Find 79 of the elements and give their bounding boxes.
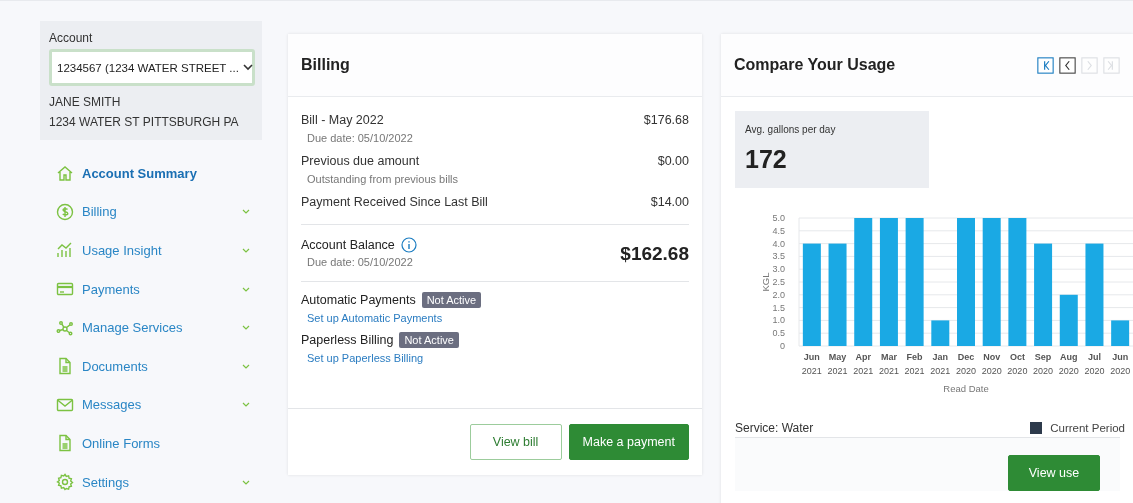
x-tick-label: Feb 2021 — [904, 352, 925, 376]
y-tick-label: 1.0 — [772, 315, 785, 326]
line-amount: $14.00 — [650, 194, 689, 211]
nav-item[interactable]: Account Summary — [56, 154, 254, 193]
y-tick-label: 3.0 — [772, 264, 785, 275]
balance-label: Account Balance — [301, 238, 395, 252]
y-tick-label: 4.5 — [772, 225, 785, 236]
legend-label: Current Period — [1050, 422, 1125, 434]
prev-page-button[interactable] — [1059, 56, 1076, 74]
network-icon — [56, 318, 74, 337]
x-tick-label: Jun 2020 — [1110, 352, 1131, 376]
x-tick-label: Jul 2020 — [1084, 352, 1105, 376]
nav-item[interactable]: Settings — [56, 462, 254, 502]
average-value: 172 — [745, 145, 788, 174]
nav-item[interactable]: Documents — [56, 346, 254, 386]
line-label: Bill - May 2022 — [301, 112, 385, 129]
account-address: 1234 WATER ST PITTSBURGH PA — [49, 114, 240, 131]
line-label: Payment Received Since Last Bill — [301, 194, 488, 211]
y-tick-label: 2.5 — [772, 277, 785, 287]
nav-item[interactable]: Billing — [56, 192, 254, 232]
status-badge: Not Active — [399, 332, 459, 348]
y-tick-label: 3.5 — [772, 251, 785, 262]
y-tick-label: 0 — [780, 341, 785, 351]
y-tick-label: 4.0 — [772, 238, 785, 249]
average-label: Avg. gallons per day — [745, 124, 837, 135]
view-bill-button[interactable]: View bill — [469, 424, 562, 460]
bar — [931, 320, 950, 346]
line-note: Outstanding from previous bills — [306, 172, 458, 187]
balance-note: Due date: 05/10/2022 — [306, 255, 414, 270]
document-icon — [56, 434, 74, 453]
y-tick-label: 2.0 — [772, 289, 785, 300]
x-tick-label: Aug 2020 — [1058, 352, 1079, 376]
program-label: Paperless Billing — [301, 333, 394, 347]
x-tick-label: Jan 2021 — [930, 352, 951, 376]
y-tick-label: 5.0 — [772, 213, 785, 223]
nav-item[interactable]: Manage Services — [56, 308, 254, 347]
bar — [1111, 320, 1130, 346]
bar — [1059, 294, 1078, 346]
first-page-button[interactable] — [1037, 56, 1054, 74]
x-tick-label: Mar 2021 — [878, 352, 899, 376]
line-amount: $176.68 — [643, 112, 689, 129]
setup-link[interactable]: Set up Paperless Billing — [301, 352, 689, 364]
nav-item[interactable]: Payments — [56, 269, 254, 309]
nav-item[interactable]: Online Forms — [56, 424, 254, 463]
line-amount: $0.00 — [657, 153, 689, 170]
x-axis-title: Read Date — [943, 383, 989, 394]
chevron-down-icon — [242, 64, 253, 71]
x-tick-label: Sep 2020 — [1033, 352, 1054, 376]
account-selector[interactable]: 1234567 (1234 WATER STREET ... — [49, 49, 255, 86]
account-label: Account — [49, 31, 94, 45]
y-axis-title: KGL — [760, 272, 771, 292]
status-badge: Not Active — [421, 292, 482, 308]
program-label: Automatic Payments — [301, 293, 416, 307]
line-label: Previous due amount — [301, 153, 421, 170]
x-tick-label: Nov 2020 — [981, 352, 1002, 376]
x-tick-label: May 2021 — [827, 352, 848, 376]
home-icon — [56, 164, 74, 183]
dollar-icon — [56, 202, 74, 221]
x-tick-label: Oct 2020 — [1007, 352, 1028, 376]
y-tick-label: 1.5 — [772, 302, 785, 313]
x-tick-label: Apr 2021 — [853, 352, 874, 376]
nav-item[interactable]: Messages — [56, 385, 254, 425]
document-icon — [56, 357, 74, 376]
service-label: Service: Water — [735, 421, 814, 435]
line-note: Due date: 05/10/2022 — [306, 131, 413, 146]
balance-amount: $162.68 — [620, 243, 689, 265]
y-tick-label: 0.5 — [772, 328, 785, 339]
setup-link[interactable]: Set up Automatic Payments — [301, 312, 689, 324]
nav-item[interactable]: Usage Insight — [56, 231, 254, 270]
card-title: Billing — [301, 56, 350, 74]
x-tick-label: Dec 2020 — [956, 352, 976, 376]
x-tick-label: Jun 2021 — [801, 352, 822, 376]
card-title: Compare Your Usage — [734, 56, 896, 74]
settings-icon — [56, 473, 74, 492]
account-name: JANE SMITH — [49, 94, 122, 111]
info-icon[interactable] — [400, 237, 417, 253]
bar-chart-icon — [56, 241, 74, 260]
make-payment-button[interactable]: Make a payment — [568, 424, 689, 460]
view-use-button[interactable]: View use — [1008, 455, 1100, 491]
